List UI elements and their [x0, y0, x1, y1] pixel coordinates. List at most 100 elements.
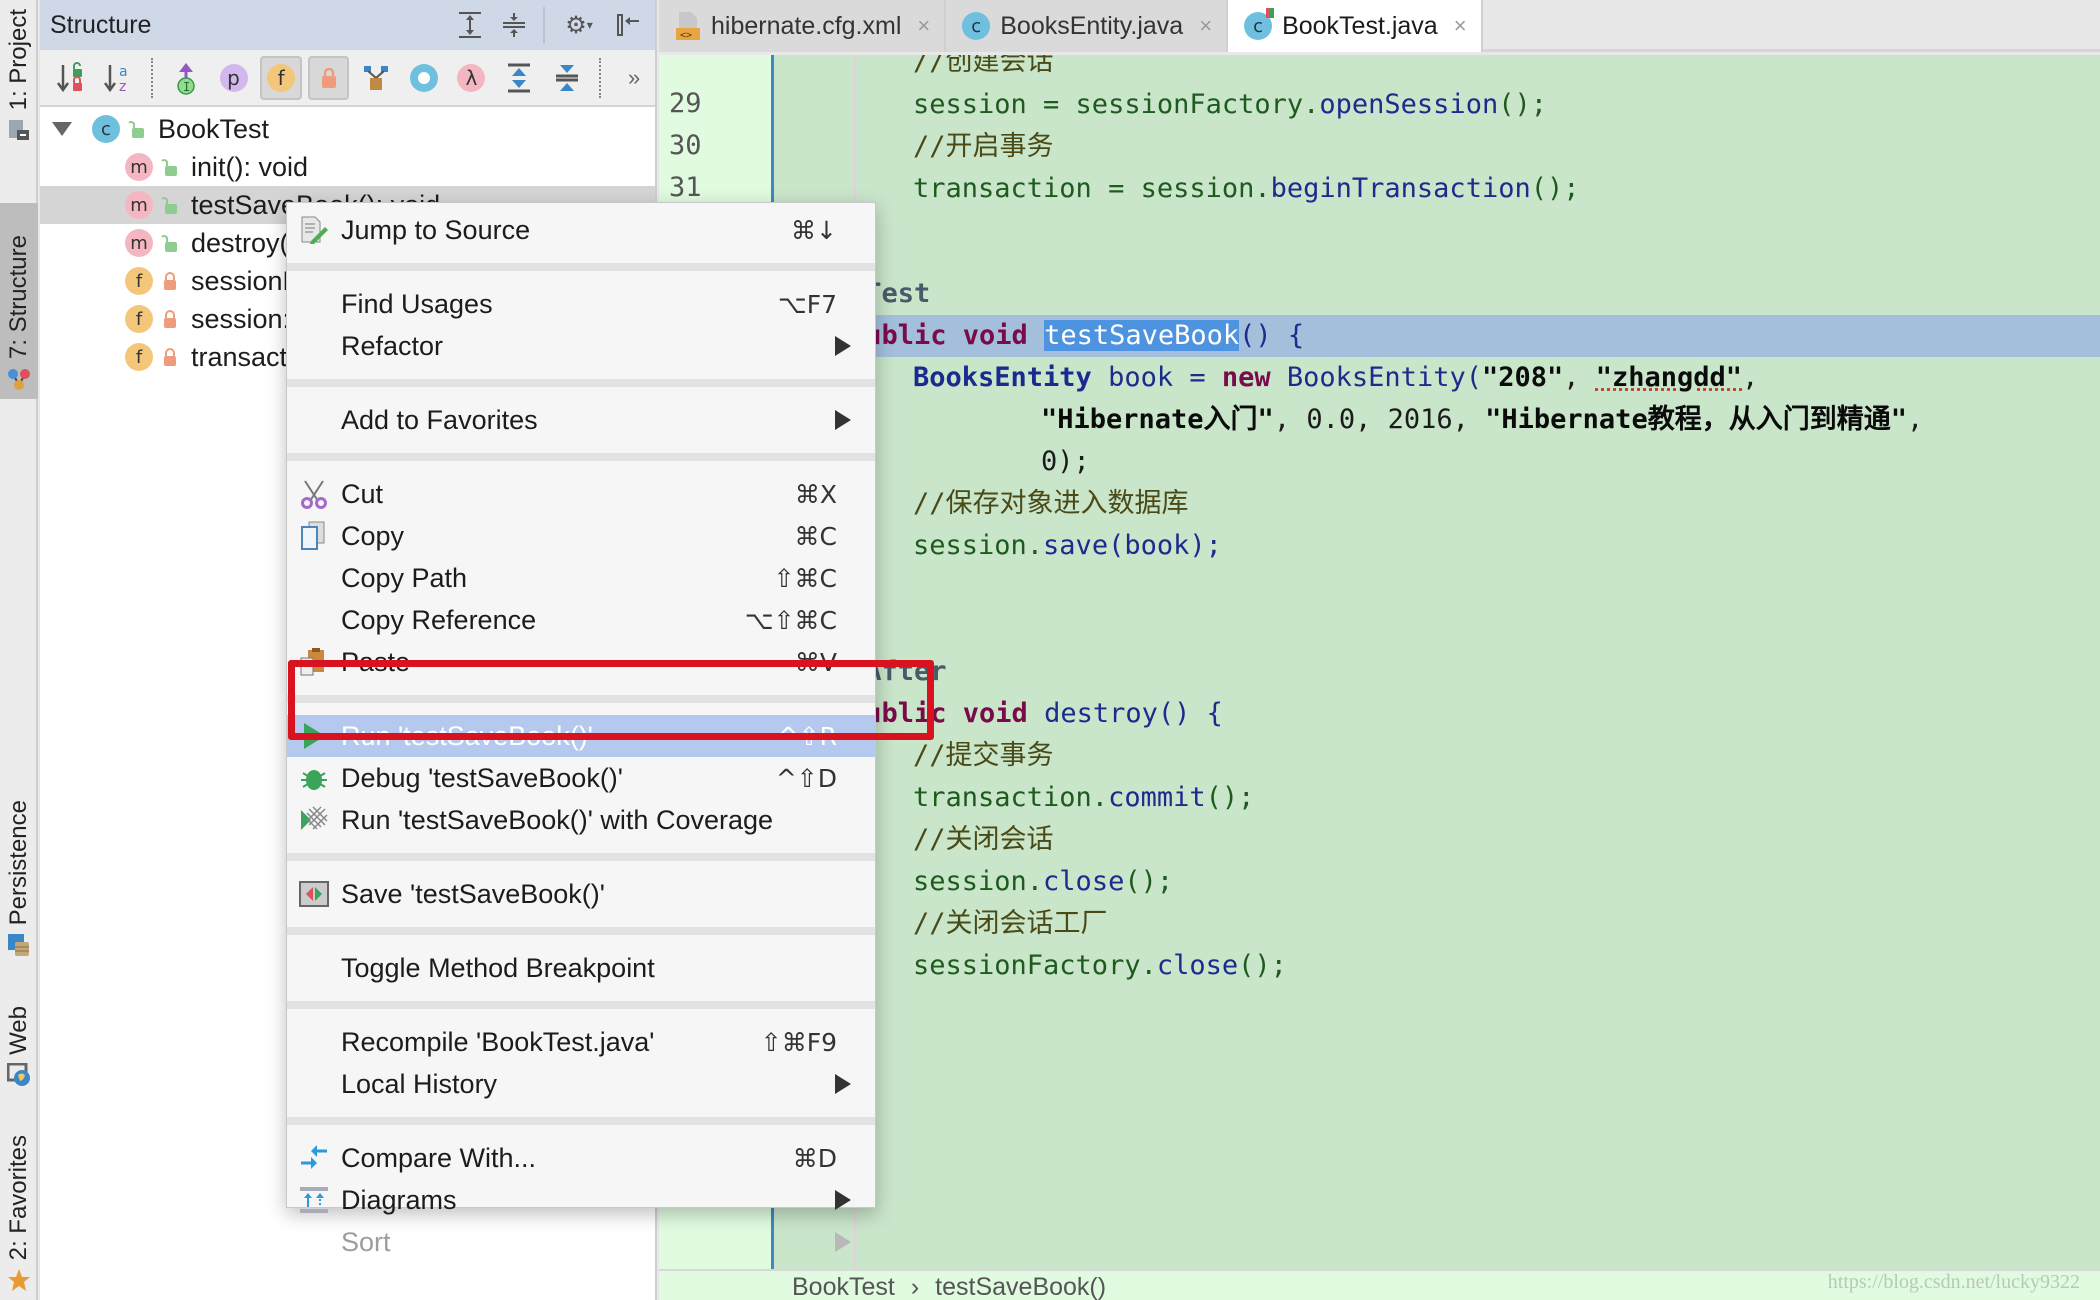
test-method-icon: m [125, 191, 153, 219]
svg-text:a: a [119, 64, 128, 80]
lock-icon [321, 67, 336, 88]
menu-item-recompile[interactable]: Recompile 'BookTest.java' ⇧⌘F9 [287, 1021, 875, 1063]
submenu-arrow-icon [835, 1232, 851, 1252]
inherited-icon: I [177, 62, 195, 95]
tab-hibernate-cfg-xml[interactable]: <> hibernate.cfg.xml × [659, 0, 947, 52]
sort-alphabetically-button[interactable]: az [98, 56, 140, 100]
svg-text:<>: <> [680, 30, 692, 41]
close-tab-icon[interactable]: × [917, 13, 930, 39]
tool-window-label: 1: Project [5, 8, 32, 110]
menu-separator [287, 1001, 875, 1009]
run-icon [299, 721, 329, 751]
menu-item-refactor[interactable]: Refactor [287, 325, 875, 367]
menu-item-jump-to-source[interactable]: Jump to Source ⌘↓ [287, 209, 875, 251]
divider [543, 7, 545, 43]
show-properties-button[interactable]: p [213, 56, 255, 100]
menu-separator [287, 379, 875, 387]
test-class-icon: c [92, 115, 120, 143]
selected-text: testSaveBook [1044, 320, 1240, 351]
menu-item-toggle-method-breakpoint[interactable]: Toggle Method Breakpoint [287, 947, 875, 989]
private-lock-icon [164, 310, 176, 328]
close-tab-icon[interactable]: × [1454, 13, 1467, 39]
gear-icon[interactable]: ⚙ ▾ [559, 10, 599, 40]
menu-item-find-usages[interactable]: Find Usages ⌥F7 [287, 283, 875, 325]
menu-item-run-test[interactable]: Run 'testSaveBook()' ^⇧R [287, 715, 875, 757]
paste-icon [299, 647, 329, 677]
coverage-icon [299, 805, 329, 835]
tool-window-label: Persistence [5, 799, 32, 925]
code-line-45: //提交事务 [913, 740, 1054, 771]
code-line-29: session = sessionFactory.openSession(); [913, 89, 1547, 120]
tab-label: BookTest.java [1282, 11, 1438, 40]
menu-item-copy-reference[interactable]: Copy Reference ⌥⇧⌘C [287, 599, 875, 641]
tool-window-web[interactable]: Web [0, 985, 38, 1095]
show-non-public-button[interactable] [307, 55, 350, 100]
public-icon [161, 235, 177, 252]
chevron-double-right-icon: » [628, 64, 641, 90]
shortcut: ^⇧R [777, 721, 837, 751]
breadcrumb-separator: › [910, 1273, 920, 1300]
show-inherited-button[interactable]: I [165, 56, 207, 100]
line-number: 31 [669, 172, 702, 203]
expand-all-icon[interactable] [455, 10, 485, 40]
group-by-hierarchy-button[interactable] [355, 56, 397, 100]
code-line-50: sessionFactory.close(); [913, 950, 1287, 981]
tool-window-label: 2: Favorites [5, 1134, 32, 1260]
scissors-icon [299, 479, 329, 509]
expand-all-icon [507, 63, 530, 92]
tree-node[interactable]: m init(): void [40, 148, 655, 186]
structure-toolbar: az I p f λ » [40, 50, 655, 107]
menu-item-copy-path[interactable]: Copy Path ⇧⌘C [287, 557, 875, 599]
tab-booksentity-java[interactable]: c BooksEntity.java × [946, 0, 1229, 52]
close-tab-icon[interactable]: × [1199, 13, 1212, 39]
sort-by-visibility-button[interactable] [50, 56, 92, 100]
menu-item-local-history[interactable]: Local History [287, 1063, 875, 1105]
class-icon: c [962, 12, 991, 40]
menu-item-add-to-favorites[interactable]: Add to Favorites [287, 399, 875, 441]
code-line-38: 0); [1041, 446, 1090, 477]
more-actions-button[interactable]: » [613, 56, 655, 100]
panel-title: Structure [50, 10, 152, 39]
tree-node-root[interactable]: c BookTest [40, 110, 655, 148]
line-number: 29 [669, 88, 702, 119]
menu-separator [287, 453, 875, 461]
tab-booktest-java[interactable]: c BookTest.java × [1228, 0, 1483, 52]
menu-item-diagrams[interactable]: Diagrams [287, 1179, 875, 1221]
toolbar-separator [151, 57, 154, 98]
show-lambdas-button[interactable]: λ [451, 56, 493, 100]
collapse-all-icon[interactable] [499, 10, 529, 40]
menu-item-cut[interactable]: Cut ⌘X [287, 473, 875, 515]
menu-item-save-configuration[interactable]: Save 'testSaveBook()' [287, 873, 875, 915]
menu-item-compare-with[interactable]: Compare With... ⌘D [287, 1137, 875, 1179]
show-anonymous-button[interactable] [403, 56, 445, 100]
menu-item-debug-test[interactable]: Debug 'testSaveBook()' ^⇧D [287, 757, 875, 799]
menu-item-copy[interactable]: Copy ⌘C [287, 515, 875, 557]
toolbar-separator [599, 57, 602, 98]
tool-window-structure[interactable]: 7: Structure [0, 203, 38, 399]
shortcut: ⌘X [794, 479, 837, 509]
expand-arrow-icon[interactable] [52, 122, 72, 136]
shortcut: ⇧⌘F9 [760, 1027, 837, 1057]
property-icon: p [219, 63, 248, 92]
code-line-47: //关闭会话 [913, 824, 1054, 855]
tool-window-label: Web [5, 1006, 32, 1055]
public-icon [128, 121, 144, 138]
show-fields-button[interactable]: f [260, 55, 302, 100]
collapse-all-button[interactable] [546, 56, 588, 100]
persistence-icon [8, 934, 29, 956]
collapse-all-icon [555, 64, 578, 91]
tool-window-favorites[interactable]: 2: Favorites [0, 1115, 38, 1300]
tool-window-project[interactable]: 1: Project [0, 0, 38, 150]
copy-icon [299, 521, 329, 551]
breadcrumb-item[interactable]: testSaveBook() [935, 1273, 1106, 1300]
tool-window-persistence[interactable]: Persistence [0, 770, 38, 965]
expand-all-button[interactable] [498, 56, 540, 100]
hide-panel-icon[interactable] [613, 10, 643, 40]
submenu-arrow-icon [835, 410, 851, 430]
field-icon: f [267, 63, 296, 92]
menu-item-run-with-coverage[interactable]: Run 'testSaveBook()' with Coverage [287, 799, 875, 841]
breadcrumb-item[interactable]: BookTest [792, 1273, 895, 1300]
svg-text:I: I [183, 80, 190, 94]
menu-item-paste[interactable]: Paste ⌘V [287, 641, 875, 683]
test-class-icon: c [1244, 8, 1275, 40]
